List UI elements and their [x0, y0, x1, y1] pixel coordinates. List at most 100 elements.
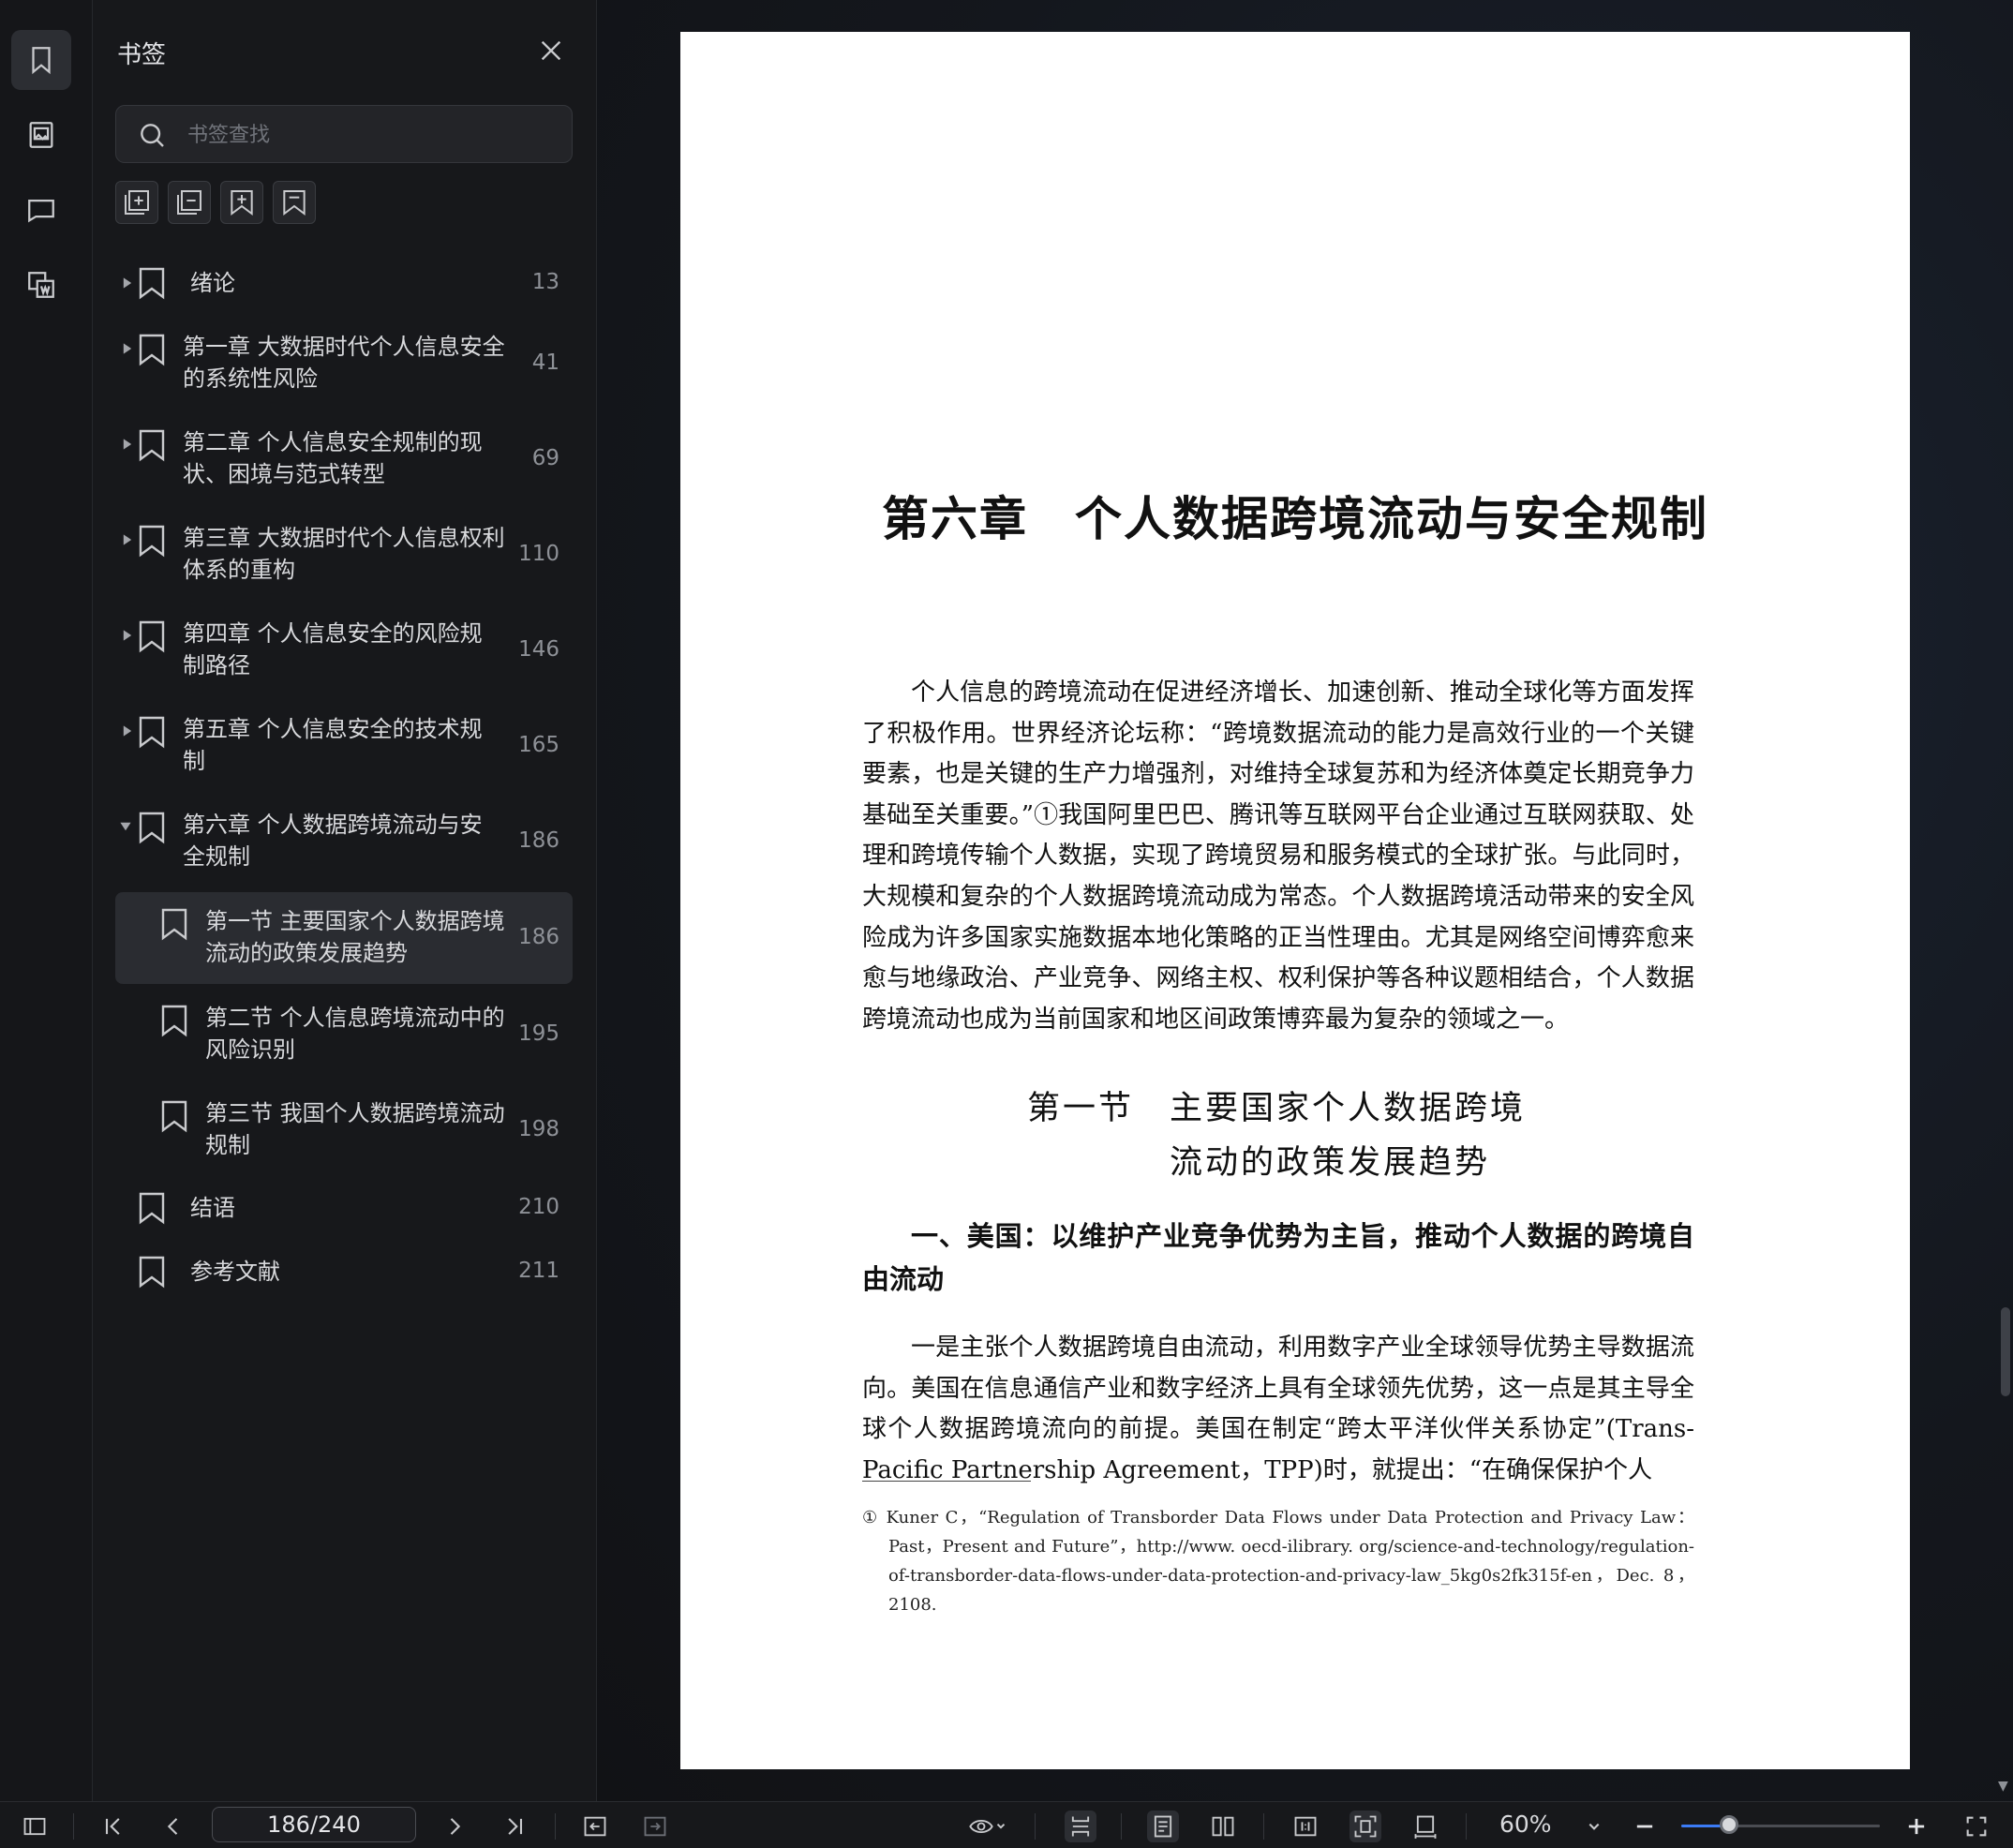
- comments-tab-button[interactable]: [11, 180, 71, 240]
- navigate-forward-button[interactable]: [639, 1811, 671, 1842]
- bookmark-search-input[interactable]: [186, 117, 555, 153]
- continuous-scroll-button[interactable]: [1065, 1811, 1096, 1842]
- zoom-slider[interactable]: [1681, 1825, 1880, 1827]
- bookmark-label: 结语: [190, 1195, 235, 1221]
- bookmark-page-number: 210: [518, 1195, 559, 1219]
- bookmark-item[interactable]: 第三节 我国个人数据跨境流动规制 198: [115, 1084, 573, 1174]
- bookmark-item[interactable]: 结语 210: [115, 1184, 573, 1232]
- next-page-button[interactable]: [439, 1811, 470, 1842]
- first-page-button[interactable]: [97, 1811, 129, 1842]
- expand-arrow-icon[interactable]: [121, 724, 134, 738]
- fullscreen-icon: [1966, 1816, 1987, 1837]
- bookmark-item[interactable]: 第三章 大数据时代个人信息权利体系的重构 110: [115, 514, 573, 595]
- fit-page-icon: [1354, 1815, 1377, 1838]
- subheading: 一、美国：以维护产业竞争优势为主旨，推动个人数据的跨境自由流动: [862, 1220, 1694, 1295]
- document-page: 第六章 个人数据跨境流动与安全规制 个人信息的跨境流动在促进经济增长、加速创新、推…: [680, 32, 1910, 1769]
- expand-arrow-icon[interactable]: [121, 276, 134, 290]
- bookmark-label: 第三章 大数据时代个人信息权利体系的重构: [183, 525, 505, 583]
- actual-size-button[interactable]: [1290, 1811, 1321, 1842]
- bookmark-options-button[interactable]: [273, 181, 316, 224]
- last-page-icon: [508, 1818, 523, 1835]
- bookmark-item[interactable]: 第四章 个人信息安全的风险规制路径 146: [115, 610, 573, 691]
- bookmark-label: 第二章 个人信息安全规制的现状、困境与范式转型: [183, 429, 483, 487]
- expand-arrow-icon[interactable]: [121, 342, 134, 355]
- bookmark-icon: [32, 47, 51, 75]
- navigate-back-button[interactable]: [579, 1811, 611, 1842]
- bookmark-panel: 书签 绪论 13: [93, 0, 597, 1801]
- reading-mode-dropdown[interactable]: [960, 1811, 1016, 1842]
- single-page-button[interactable]: [1147, 1811, 1179, 1842]
- toolbar-separator: [555, 1813, 556, 1840]
- collapse-all-button[interactable]: [168, 181, 211, 224]
- fit-width-button[interactable]: [1409, 1811, 1441, 1842]
- bookmark-page-number: 110: [518, 542, 559, 566]
- bookmark-label: 绪论: [190, 270, 235, 296]
- bookmark-icon: [161, 1005, 187, 1037]
- bookmark-item[interactable]: 第二节 个人信息跨境流动中的风险识别 195: [115, 989, 573, 1079]
- bookmark-item-selected[interactable]: 第一节 主要国家个人数据跨境流动的政策发展趋势 186: [115, 892, 573, 984]
- fit-page-button[interactable]: [1349, 1811, 1381, 1842]
- expand-arrow-icon[interactable]: [121, 629, 134, 642]
- comment-icon: [28, 199, 54, 223]
- zoom-out-button[interactable]: [1629, 1811, 1661, 1842]
- bookmark-item[interactable]: 第五章 个人信息安全的技术规制 165: [115, 706, 573, 786]
- bookmark-label: 第二节 个人信息跨境流动中的风险识别: [205, 1005, 505, 1063]
- sidebar-toggle-icon: [23, 1817, 46, 1836]
- bookmark-page-number: 69: [531, 446, 559, 470]
- expand-arrow-icon[interactable]: [121, 438, 134, 451]
- bookmark-page-number: 165: [518, 733, 559, 757]
- bookmark-label: 第四章 个人信息安全的风险规制路径: [183, 620, 483, 678]
- zoom-dropdown-button[interactable]: [1578, 1811, 1610, 1842]
- bookmark-page-number: 41: [531, 350, 559, 375]
- attachments-tab-button[interactable]: [11, 255, 71, 315]
- zoom-level: 60%: [1499, 1811, 1552, 1838]
- scroll-down-arrow-icon[interactable]: ▼: [1998, 1779, 2008, 1794]
- bookmark-page-number: 146: [518, 637, 559, 662]
- section-title-line2: 流动的政策发展趋势: [1170, 1144, 1491, 1182]
- previous-page-button[interactable]: [157, 1811, 189, 1842]
- bookmark-item[interactable]: 第二章 个人信息安全规制的现状、困境与范式转型 69: [115, 419, 573, 499]
- thumbnails-tab-button[interactable]: [11, 105, 71, 165]
- chapter-number: 第六章: [882, 491, 1028, 546]
- footnote: ① Kuner C，“Regulation of Transborder Dat…: [862, 1508, 1694, 1615]
- zoom-in-button[interactable]: [1901, 1811, 1932, 1842]
- chapter-title: 第六章 个人数据跨境流动与安全规制: [680, 482, 1910, 549]
- eye-icon: [969, 1819, 1006, 1834]
- bookmarks-tab-button[interactable]: [11, 30, 71, 90]
- bookmark-outline-icon: [283, 190, 306, 216]
- bookmark-item[interactable]: 第六章 个人数据跨境流动与安全规制 186: [115, 801, 573, 882]
- bookmark-icon: [139, 334, 165, 366]
- fullscreen-button[interactable]: [1961, 1811, 1992, 1842]
- add-bookmark-icon: [231, 190, 253, 216]
- collapse-arrow-icon[interactable]: [119, 820, 132, 833]
- bookmark-label: 第五章 个人信息安全的技术规制: [183, 716, 483, 774]
- body-paragraph: 个人信息的跨境流动在促进经济增长、加速创新、推动全球化等方面发挥了积极作用。世界…: [862, 678, 1694, 1034]
- bookmark-icon: [161, 1100, 187, 1133]
- expand-arrow-icon[interactable]: [121, 533, 134, 546]
- bookmark-item[interactable]: 第一章 大数据时代个人信息安全的系统性风险 41: [115, 323, 573, 404]
- add-bookmark-button[interactable]: [220, 181, 263, 224]
- vertical-scrollbar-thumb[interactable]: [2001, 1307, 2010, 1396]
- page-number-input[interactable]: 186/240: [212, 1807, 416, 1842]
- bookmark-item[interactable]: 参考文献 211: [115, 1247, 573, 1296]
- fit-height-icon: [1071, 1816, 1090, 1837]
- bookmark-icon: [139, 620, 165, 653]
- expand-all-button[interactable]: [115, 181, 158, 224]
- bookmark-page-number: 186: [518, 925, 559, 949]
- close-icon[interactable]: [536, 36, 566, 66]
- last-page-button[interactable]: [499, 1811, 530, 1842]
- back-arrow-icon: [584, 1816, 606, 1837]
- bookmark-item[interactable]: 绪论 13: [115, 259, 573, 307]
- bookmark-page-number: 211: [518, 1259, 559, 1283]
- toggle-sidebar-button[interactable]: [19, 1811, 51, 1842]
- bookmark-page-number: 13: [531, 270, 559, 294]
- bookmark-icon: [139, 1192, 165, 1225]
- toolbar-separator: [1035, 1813, 1036, 1840]
- chapter-name: 个人数据跨境流动与安全规制: [1075, 491, 1708, 546]
- minus-icon: [1636, 1825, 1653, 1828]
- search-icon: [141, 124, 164, 147]
- bookmark-icon: [139, 429, 165, 462]
- bookmark-icon: [139, 267, 165, 300]
- two-page-button[interactable]: [1207, 1811, 1239, 1842]
- zoom-slider-handle[interactable]: [1719, 1815, 1738, 1834]
